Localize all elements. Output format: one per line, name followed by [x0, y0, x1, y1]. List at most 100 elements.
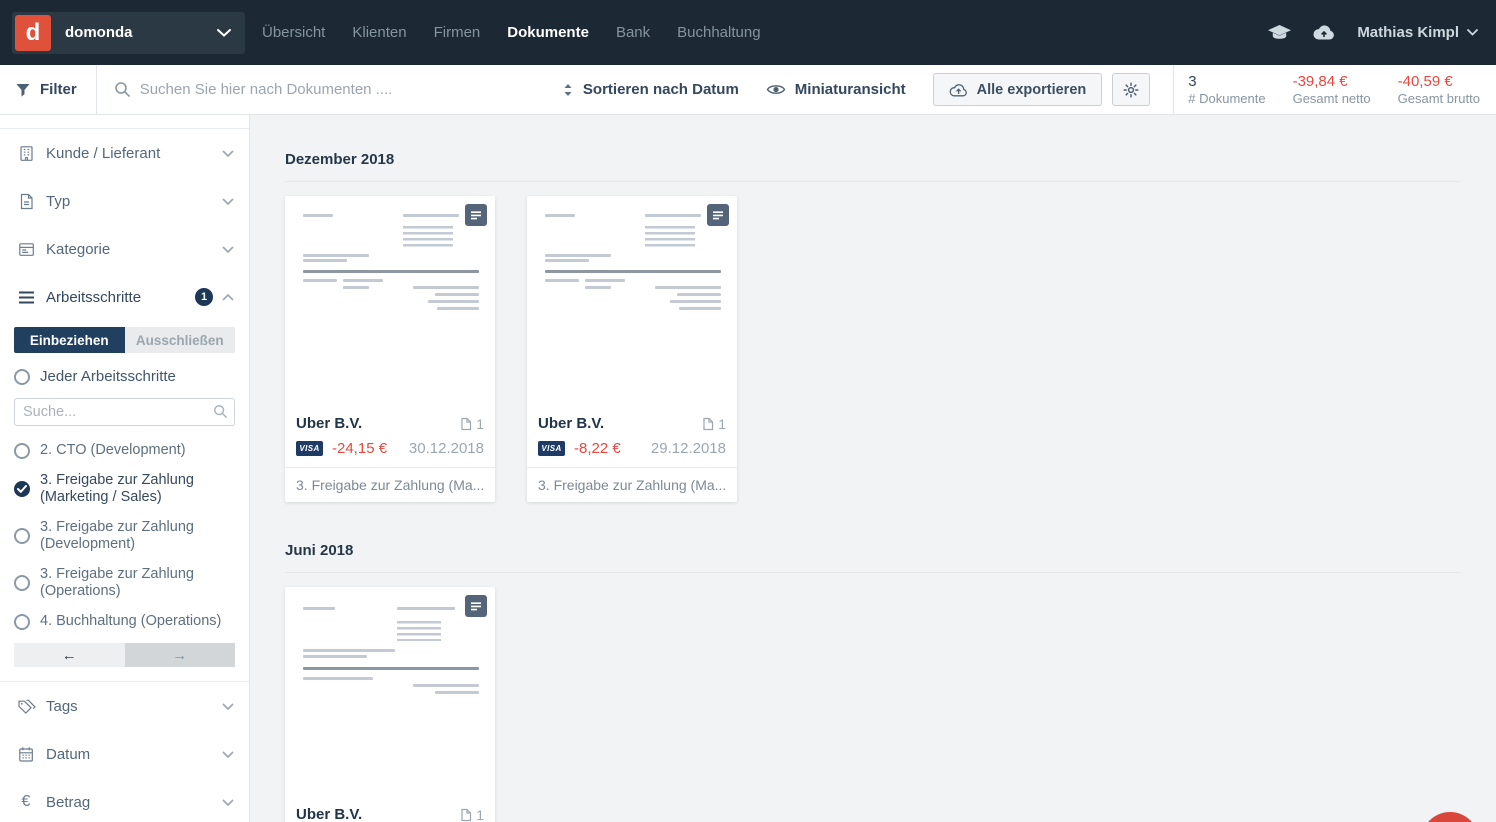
stat-netto: -39,84 € Gesamt netto	[1293, 73, 1371, 107]
amount: -24,15 €	[332, 440, 387, 457]
thumb-line	[428, 300, 479, 303]
workflow-option[interactable]: 2. CTO (Development)	[14, 442, 235, 459]
user-area: Mathias Kimpl	[1268, 24, 1478, 41]
settings-button[interactable]	[1112, 73, 1150, 106]
stat-documents: 3 # Dokumente	[1188, 73, 1265, 107]
workflow-search-input[interactable]	[14, 398, 235, 426]
nav-item-klienten[interactable]: Klienten	[352, 24, 406, 41]
gear-icon	[1123, 82, 1139, 98]
user-name: Mathias Kimpl	[1357, 24, 1459, 41]
filter-button[interactable]: Filter	[0, 65, 96, 114]
thumb-line	[303, 254, 369, 257]
summary-stats: 3 # Dokumente -39,84 € Gesamt netto -40,…	[1174, 73, 1496, 107]
journal-entry-icon	[707, 204, 729, 226]
workflow-option-label: 3. Freigabe zur Zahlung (Marketing / Sal…	[40, 472, 226, 506]
sort-control[interactable]: Sortieren nach Datum	[562, 81, 739, 98]
workflow-option[interactable]: 3. Freigabe zur Zahlung (Development)	[14, 519, 235, 553]
stat-documents-label: # Dokumente	[1188, 91, 1265, 107]
user-menu[interactable]: Mathias Kimpl	[1357, 24, 1478, 41]
funnel-icon	[15, 82, 31, 98]
export-all-button[interactable]: Alle exportieren	[933, 73, 1103, 106]
nav-item-dokumente[interactable]: Dokumente	[507, 24, 589, 41]
document-thumbnail[interactable]	[285, 587, 495, 797]
card-info: Uber B.V. 1 VISA -24,15 € 30.12.201	[285, 406, 495, 467]
thumb-line	[545, 279, 579, 282]
month-divider	[285, 181, 1460, 182]
cloud-upload-icon[interactable]	[1313, 25, 1335, 40]
app-root: d domonda Übersicht Klienten Firmen Doku…	[0, 0, 1496, 822]
sort-icon	[562, 83, 574, 97]
cloud-export-icon	[949, 83, 968, 97]
page-count: 1	[460, 807, 484, 822]
thumb-line	[413, 684, 479, 687]
nav-item-bank[interactable]: Bank	[616, 24, 650, 41]
document-thumbnail[interactable]	[285, 196, 495, 406]
radio-icon	[14, 443, 30, 459]
stat-netto-value: -39,84 €	[1293, 73, 1371, 91]
thumb-line	[343, 286, 369, 289]
sidebar-section-datum[interactable]: Datum	[0, 730, 249, 778]
radio-icon	[14, 575, 30, 591]
thumb-line	[303, 259, 347, 262]
thumb-line	[343, 279, 383, 282]
search-input[interactable]	[140, 81, 562, 98]
document-card[interactable]: Uber B.V. 1 VISA -8,22 € 29.12.2018	[527, 196, 737, 502]
thumb-line	[403, 214, 459, 217]
sidebar-section-typ[interactable]: Typ	[0, 177, 249, 225]
domonda-logo: d	[15, 15, 51, 51]
radio-icon	[14, 528, 30, 544]
thumb-line	[413, 286, 479, 289]
section-label: Datum	[46, 746, 222, 763]
view-toggle[interactable]: Miniaturansicht	[766, 81, 906, 98]
vendor-name: Uber B.V.	[538, 415, 604, 432]
page-icon	[460, 808, 472, 822]
chevron-up-icon	[222, 294, 234, 301]
workflow-option[interactable]: 3. Freigabe zur Zahlung (Operations)	[14, 566, 235, 600]
thumb-line	[545, 259, 589, 262]
journal-entry-icon	[465, 595, 487, 617]
exclude-tab[interactable]: Ausschließen	[125, 327, 236, 353]
thumb-line	[545, 270, 721, 273]
document-thumbnail[interactable]	[527, 196, 737, 406]
nav-item-firmen[interactable]: Firmen	[434, 24, 481, 41]
include-tab[interactable]: Einbeziehen	[14, 327, 125, 353]
company-selector[interactable]: d domonda	[12, 12, 245, 54]
chevron-down-icon	[217, 29, 231, 37]
visa-badge: VISA	[538, 441, 565, 456]
prev-page-button[interactable]: ←	[14, 643, 125, 667]
file-icon	[15, 193, 37, 210]
workflow-option-selected[interactable]: 3. Freigabe zur Zahlung (Marketing / Sal…	[14, 472, 235, 506]
thumb-line	[397, 607, 455, 610]
nav-item-buchhaltung[interactable]: Buchhaltung	[677, 24, 760, 41]
calendar-icon	[15, 746, 37, 763]
chevron-down-icon	[222, 246, 234, 253]
next-page-button[interactable]: →	[125, 643, 236, 667]
graduation-cap-icon[interactable]	[1268, 25, 1291, 40]
cards-row: Uber B.V. 1 VISA -24,15 € 30.12.201	[285, 196, 1460, 502]
card-info: Uber B.V. 1 VISA -8,22 € 29.12.2018	[527, 406, 737, 467]
sidebar-section-kunde-lieferant[interactable]: Kunde / Lieferant	[0, 129, 249, 177]
thumb-line	[645, 214, 701, 217]
sidebar-section-kategorie[interactable]: Kategorie	[0, 225, 249, 273]
sidebar-section-arbeitsschritte[interactable]: Arbeitsschritte 1	[0, 273, 249, 321]
search-icon	[114, 81, 131, 98]
card-info: Uber B.V. 1	[285, 797, 495, 822]
workflow-option-label: Jeder Arbeitsschritte	[40, 368, 176, 385]
workflow-option-any[interactable]: Jeder Arbeitsschritte	[14, 368, 235, 385]
document-card[interactable]: Uber B.V. 1 VISA -24,15 € 30.12.201	[285, 196, 495, 502]
document-card[interactable]: Uber B.V. 1	[285, 587, 495, 822]
nav-item-uebersicht[interactable]: Übersicht	[262, 24, 325, 41]
export-label: Alle exportieren	[977, 82, 1087, 98]
euro-icon: €	[15, 793, 37, 811]
stat-netto-label: Gesamt netto	[1293, 91, 1371, 107]
sidebar-section-betrag[interactable]: € Betrag	[0, 778, 249, 822]
brand-name: domonda	[65, 24, 217, 41]
workflow-option[interactable]: 4. Buchhaltung (Operations)	[14, 613, 235, 630]
chevron-down-icon	[1467, 29, 1478, 36]
thumb-paragraph	[645, 226, 695, 248]
thumb-line	[585, 279, 625, 282]
sidebar-section-tags[interactable]: Tags	[0, 682, 249, 730]
document-search	[97, 65, 562, 114]
page-icon	[460, 417, 472, 431]
eye-icon	[766, 83, 786, 96]
